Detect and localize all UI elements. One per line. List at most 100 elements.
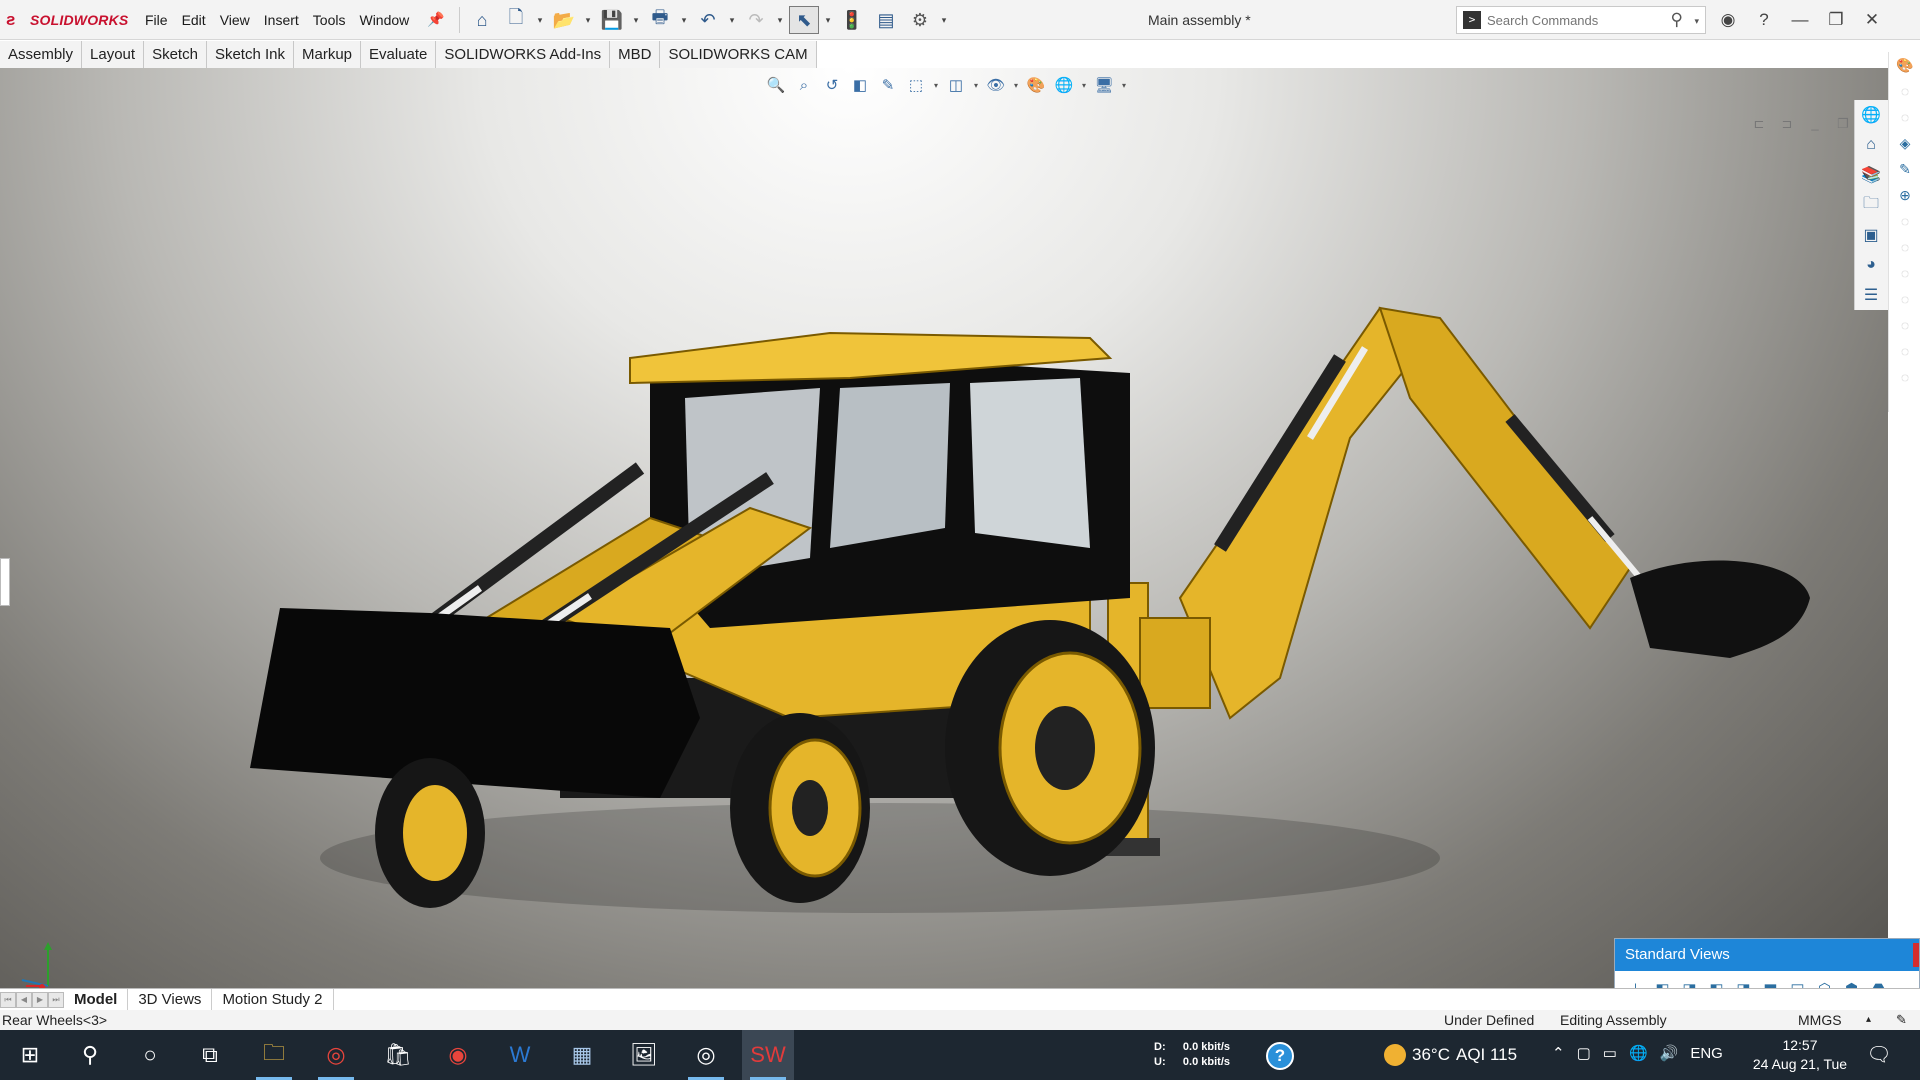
status-units[interactable]: MMGS bbox=[1798, 1012, 1842, 1028]
home-icon[interactable]: ⌂ bbox=[467, 6, 497, 34]
previous-view-icon[interactable]: ↺ bbox=[820, 74, 844, 96]
tab-markup[interactable]: Markup bbox=[293, 41, 362, 68]
tab-sketch[interactable]: Sketch bbox=[144, 41, 207, 68]
tab-mbd[interactable]: MBD bbox=[610, 41, 661, 68]
restore-button[interactable]: ❐ bbox=[1822, 8, 1850, 32]
feature-manager-flyout-handle[interactable] bbox=[0, 558, 10, 606]
display-style-dropdown-icon[interactable]: ▾ bbox=[972, 74, 980, 96]
select-dropdown-icon[interactable]: ▾ bbox=[823, 6, 833, 34]
pin-menu-icon[interactable]: 📌 bbox=[427, 11, 444, 28]
search-input[interactable] bbox=[1487, 12, 1657, 28]
user-account-icon[interactable]: ◉ bbox=[1714, 8, 1742, 32]
appearances-icon[interactable]: ◕ bbox=[1855, 250, 1887, 280]
last-tab-arrow-icon[interactable]: ⏭ bbox=[48, 992, 64, 1008]
hidden-tool-icon[interactable]: ◌ bbox=[1889, 208, 1920, 234]
media-app-taskbar-icon[interactable]: ◉ bbox=[432, 1030, 484, 1080]
task-pane-home-icon[interactable]: ⌂ bbox=[1855, 130, 1887, 160]
search-icon[interactable]: ⚲ bbox=[1671, 10, 1683, 30]
custom-properties-icon[interactable]: ☰ bbox=[1855, 280, 1887, 310]
doc-minimize-button[interactable]: _ bbox=[1806, 116, 1824, 132]
first-tab-arrow-icon[interactable]: ⏮ bbox=[0, 992, 16, 1008]
file-properties-icon[interactable]: ▤ bbox=[871, 6, 901, 34]
section-view-icon[interactable]: ◧ bbox=[848, 74, 872, 96]
hide-show-dropdown-icon[interactable]: ▾ bbox=[1012, 74, 1020, 96]
store-taskbar-icon[interactable]: 🛍 bbox=[372, 1030, 424, 1080]
task-view-icon[interactable]: ⧉ bbox=[184, 1030, 236, 1080]
help-question-icon[interactable]: ? bbox=[1266, 1042, 1294, 1070]
search-dropdown-icon[interactable]: ▾ bbox=[1694, 16, 1699, 27]
meet-now-icon[interactable]: ▢ bbox=[1577, 1044, 1591, 1062]
tile-left-icon[interactable]: ⊏ bbox=[1750, 116, 1768, 132]
hidden-tool-icon[interactable]: ◌ bbox=[1889, 234, 1920, 260]
hidden-tool-icon[interactable]: ◌ bbox=[1889, 364, 1920, 390]
undo-dropdown-icon[interactable]: ▾ bbox=[727, 6, 737, 34]
edit-appearance-icon[interactable]: 🎨 bbox=[1024, 74, 1048, 96]
tab-assembly[interactable]: Assembly bbox=[0, 41, 83, 68]
backhoe-loader-model[interactable] bbox=[230, 298, 1830, 938]
apply-scene-dropdown-icon[interactable]: ▾ bbox=[1080, 74, 1088, 96]
undo-icon[interactable]: ↶ bbox=[693, 6, 723, 34]
cortana-icon[interactable]: ○ bbox=[124, 1030, 176, 1080]
view-palette-icon[interactable]: ▣ bbox=[1855, 220, 1887, 250]
open-dropdown-icon[interactable]: ▾ bbox=[583, 6, 593, 34]
battery-icon[interactable]: ▭ bbox=[1603, 1044, 1617, 1062]
weather-widget[interactable]: 36°C AQI 115 bbox=[1384, 1044, 1517, 1066]
options-gear-icon[interactable]: ⚙ bbox=[905, 6, 935, 34]
tab-motion-study-2[interactable]: Motion Study 2 bbox=[212, 989, 334, 1011]
scene-icon[interactable]: ◈ bbox=[1889, 130, 1920, 156]
next-tab-arrow-icon[interactable]: ▶ bbox=[32, 992, 48, 1008]
recorder-taskbar-icon[interactable]: ◎ bbox=[680, 1030, 732, 1080]
help-icon[interactable]: ? bbox=[1750, 8, 1778, 32]
hidden-tool-icon[interactable]: ◌ bbox=[1889, 338, 1920, 364]
file-explorer-taskbar-icon[interactable]: 🗀 bbox=[248, 1030, 300, 1080]
tab-solidworks-cam[interactable]: SOLIDWORKS CAM bbox=[660, 41, 817, 68]
graphics-area[interactable]: ⊏ ⊐ _ ❐ ✕ 🔍 ⌕ ↺ ◧ ✎ ⬚ ▾ ◫ ▾ 👁 ▾ 🎨 🌐 ▾ 🖥 … bbox=[0, 68, 1888, 988]
rebuild-traffic-light-icon[interactable]: 🚦 bbox=[837, 6, 867, 34]
menu-window[interactable]: Window bbox=[352, 12, 416, 28]
chrome-taskbar-icon[interactable]: ◎ bbox=[310, 1030, 362, 1080]
units-up-arrow-icon[interactable]: ▴ bbox=[1866, 1014, 1871, 1025]
solidworks-resources-icon[interactable]: 🌐 bbox=[1855, 100, 1887, 130]
decal-icon[interactable]: ✎ bbox=[1889, 156, 1920, 182]
menu-tools[interactable]: Tools bbox=[306, 12, 353, 28]
hide-show-items-icon[interactable]: 👁 bbox=[984, 74, 1008, 96]
hidden-tool-icon[interactable]: ◌ bbox=[1889, 104, 1920, 130]
solidworks-taskbar-icon[interactable]: SW bbox=[742, 1030, 794, 1080]
open-folder-icon[interactable]: 📂 bbox=[549, 6, 579, 34]
minimize-button[interactable]: — bbox=[1786, 8, 1814, 32]
redo-dropdown-icon[interactable]: ▾ bbox=[775, 6, 785, 34]
hidden-tool-icon[interactable]: ◌ bbox=[1889, 78, 1920, 104]
menu-file[interactable]: File bbox=[138, 12, 175, 28]
solidworks-logo[interactable]: ƨ SOLIDWORKS bbox=[6, 10, 128, 30]
design-library-icon[interactable]: 📚 bbox=[1855, 160, 1887, 190]
close-button[interactable]: ✕ bbox=[1858, 8, 1886, 32]
tile-right-icon[interactable]: ⊐ bbox=[1778, 116, 1796, 132]
hidden-tool-icon[interactable]: ◌ bbox=[1889, 312, 1920, 338]
volume-icon[interactable]: 🔊 bbox=[1660, 1044, 1679, 1062]
select-cursor-icon[interactable]: ⬉ bbox=[789, 6, 819, 34]
new-document-icon[interactable]: 🗋 bbox=[501, 6, 531, 34]
redo-icon[interactable]: ↷ bbox=[741, 6, 771, 34]
prev-tab-arrow-icon[interactable]: ◀ bbox=[16, 992, 32, 1008]
taskbar-clock[interactable]: 12:57 24 Aug 21, Tue bbox=[1748, 1036, 1852, 1074]
file-explorer-icon[interactable]: 🗀 bbox=[1855, 190, 1887, 220]
tab-sketch-ink[interactable]: Sketch Ink bbox=[206, 41, 294, 68]
tab-model[interactable]: Model bbox=[64, 989, 129, 1011]
photos-taskbar-icon[interactable]: 🖼 bbox=[618, 1030, 670, 1080]
appearance-ball-icon[interactable]: 🎨 bbox=[1889, 52, 1920, 78]
dynamic-annotation-icon[interactable]: ✎ bbox=[876, 74, 900, 96]
input-language[interactable]: ENG bbox=[1690, 1045, 1723, 1062]
show-hidden-icons-chevron-icon[interactable]: ⌃ bbox=[1552, 1044, 1565, 1062]
zoom-to-area-icon[interactable]: ⌕ bbox=[792, 74, 816, 96]
taskbar-search-icon[interactable]: ⚲ bbox=[64, 1030, 116, 1080]
standard-views-close-strip[interactable] bbox=[1913, 943, 1919, 967]
calculator-taskbar-icon[interactable]: ▦ bbox=[556, 1030, 608, 1080]
apply-scene-icon[interactable]: 🌐 bbox=[1052, 74, 1076, 96]
customize-status-icon[interactable]: ✎ bbox=[1896, 1012, 1907, 1028]
view-settings-monitor-icon[interactable]: 🖥 bbox=[1092, 74, 1116, 96]
options-dropdown-icon[interactable]: ▾ bbox=[939, 6, 949, 34]
menu-view[interactable]: View bbox=[213, 12, 257, 28]
menu-insert[interactable]: Insert bbox=[257, 12, 306, 28]
new-dropdown-icon[interactable]: ▾ bbox=[535, 6, 545, 34]
save-dropdown-icon[interactable]: ▾ bbox=[631, 6, 641, 34]
